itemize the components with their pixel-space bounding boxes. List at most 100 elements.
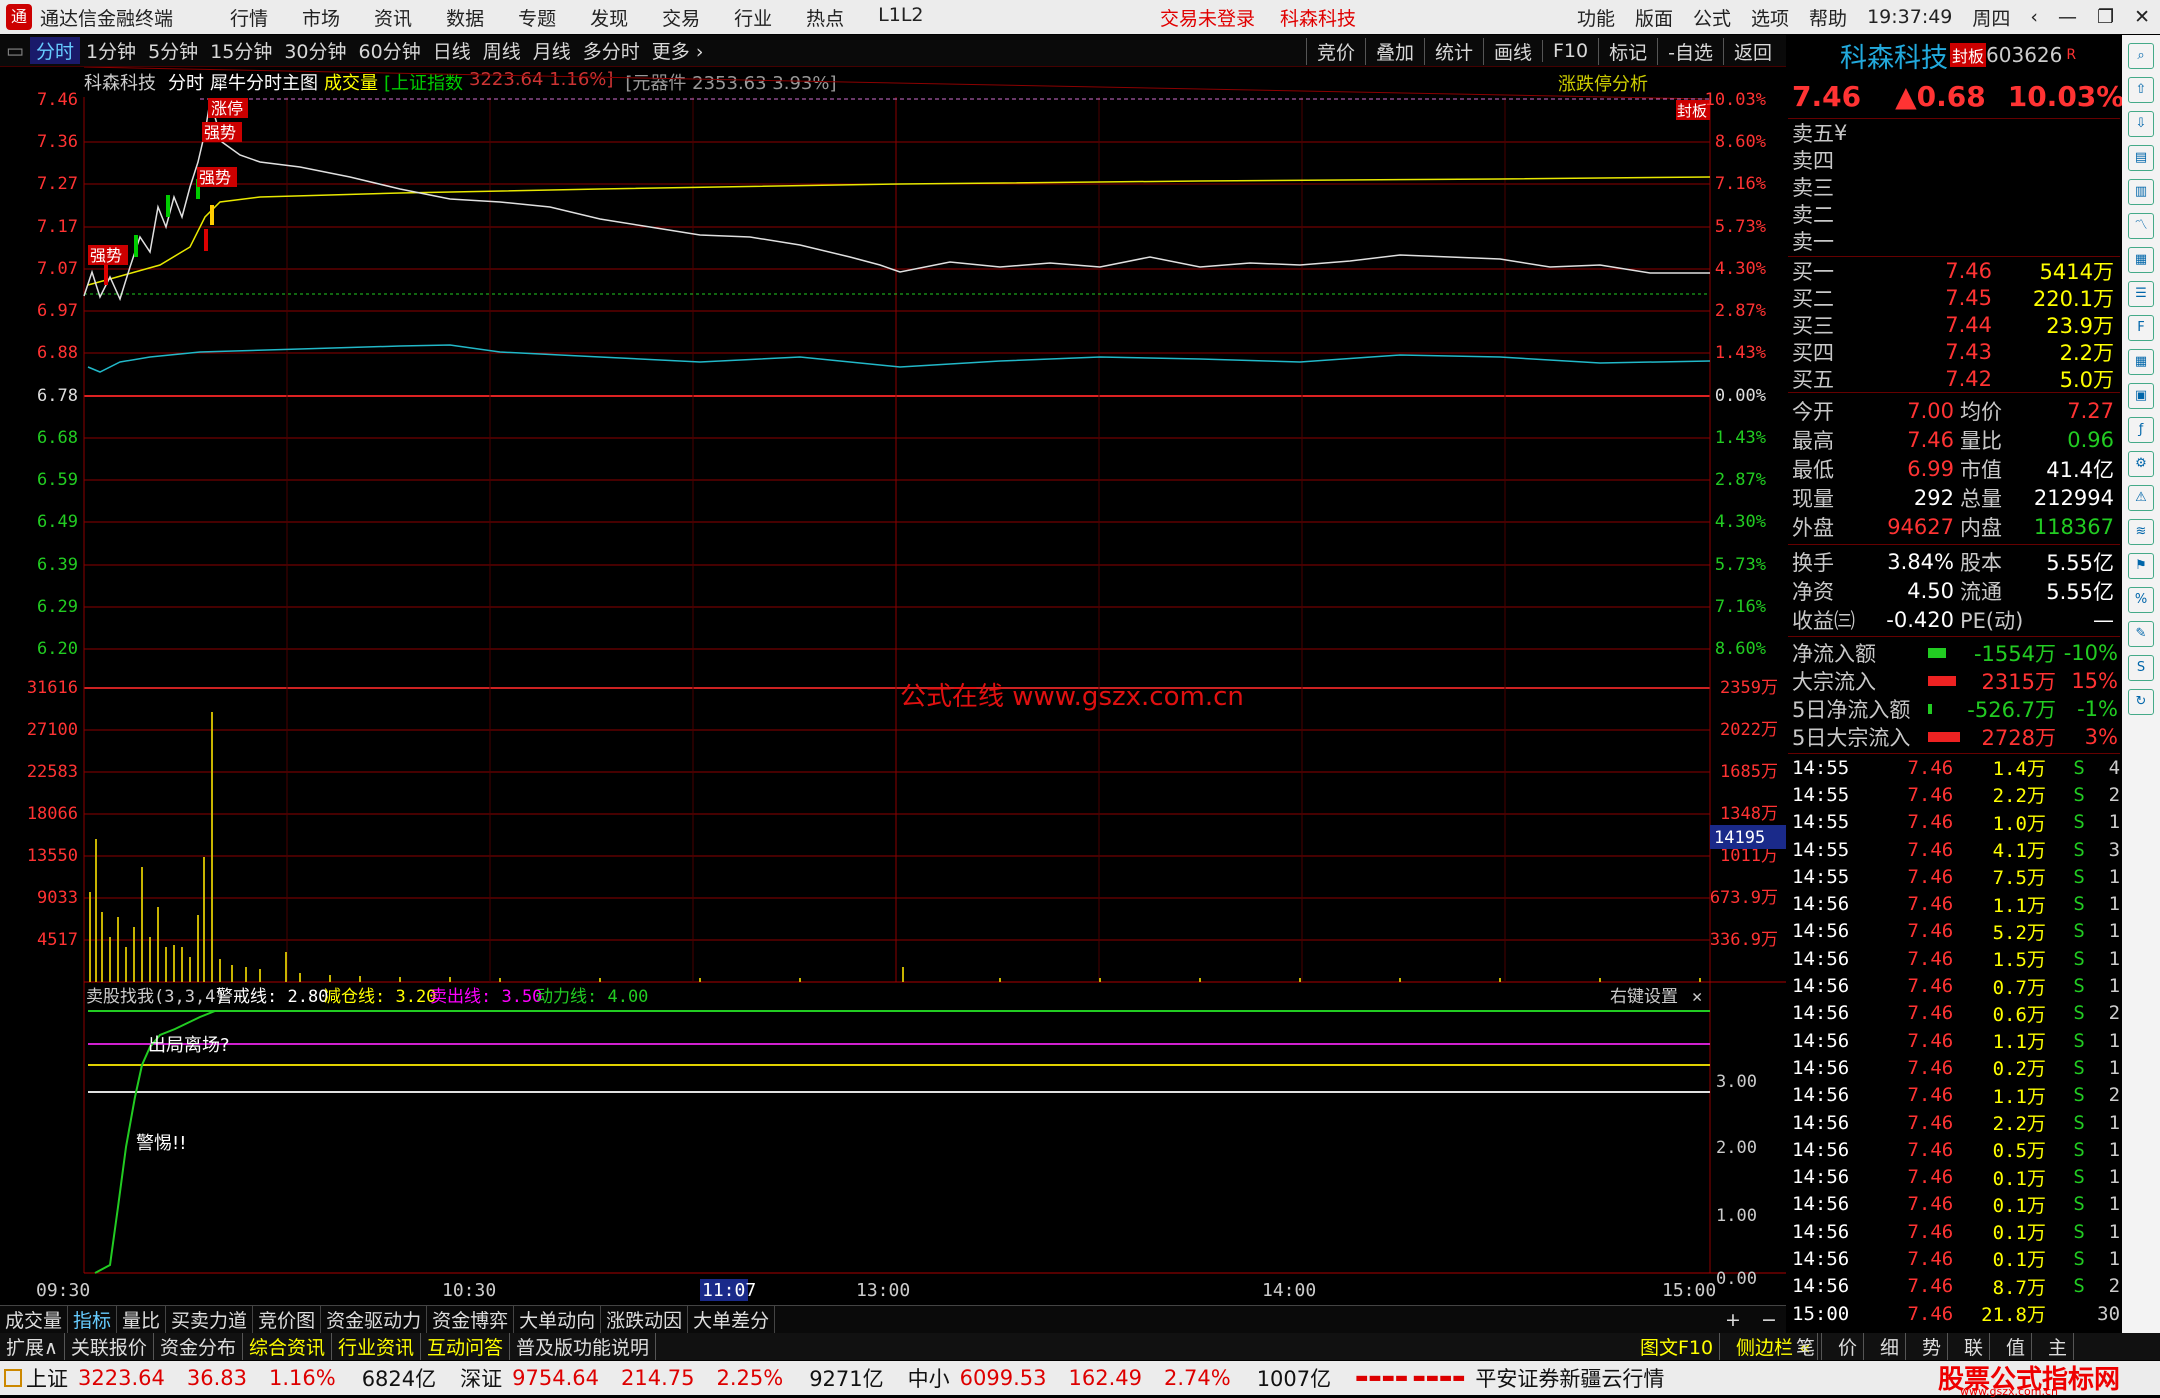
tab-related[interactable]: 关联报价 <box>65 1333 154 1360</box>
tab-f10-graphic[interactable]: 图文F10 <box>1634 1333 1721 1360</box>
tab-30min[interactable]: 30分钟 <box>278 37 352 64</box>
fs-icon[interactable]: S <box>2128 655 2154 681</box>
tab-fund-game[interactable]: 资金博弈 <box>427 1306 515 1333</box>
tool-back[interactable]: 返回 <box>1722 37 1782 65</box>
tab-week[interactable]: 周线 <box>477 37 527 64</box>
menu-item[interactable]: 帮助 <box>1799 4 1857 31</box>
menu-item[interactable]: 专题 <box>501 4 573 31</box>
tab-shi[interactable]: 势 <box>1916 1333 1949 1360</box>
menu-item[interactable]: 功能 <box>1567 4 1625 31</box>
tool-f10[interactable]: F10 <box>1542 40 1598 62</box>
tab-help[interactable]: 普及版功能说明 <box>510 1333 657 1360</box>
panel-toggle-icon[interactable]: ▭ <box>0 40 30 62</box>
menu-item[interactable]: 热点 <box>789 4 861 31</box>
tab-zhi[interactable]: 值 <box>2000 1333 2033 1360</box>
chart-toolbar: 竞价 叠加 统计 画线 F10 标记 -自选 返回 <box>1305 35 1782 67</box>
stat-label: PE(动) <box>1960 608 2024 633</box>
menu-item[interactable]: 交易 <box>645 4 717 31</box>
tab-volratio[interactable]: 量比 <box>117 1306 167 1333</box>
tab-fund-dist[interactable]: 资金分布 <box>154 1333 243 1360</box>
zx-name[interactable]: 中小 <box>908 1363 950 1393</box>
tab-qa[interactable]: 互动问答 <box>421 1333 510 1360</box>
tab-xi[interactable]: 细 <box>1874 1333 1907 1360</box>
tab-volume[interactable]: 成交量 <box>0 1306 69 1333</box>
add-tab-icon[interactable]: + <box>1720 1309 1746 1331</box>
menu-item[interactable]: 版面 <box>1625 4 1683 31</box>
warn-icon[interactable]: ⚠ <box>2128 485 2154 511</box>
menu-item[interactable]: 数据 <box>429 4 501 31</box>
tab-big-diff[interactable]: 大单差分 <box>688 1306 776 1333</box>
bid-row: 买一 7.46 5414万 <box>1788 257 2120 284</box>
tab-bi[interactable]: 笔 <box>1790 1333 1823 1360</box>
candle-icon[interactable]: ▦ <box>2128 247 2154 273</box>
tool-watchlist[interactable]: -自选 <box>1657 37 1723 65</box>
minute-chart-icon[interactable]: ▤ <box>2128 145 2154 171</box>
login-status[interactable]: 交易未登录 <box>1160 4 1255 31</box>
percent-icon[interactable]: % <box>2128 587 2154 613</box>
pen-icon[interactable]: ✎ <box>2128 621 2154 647</box>
tab-auction[interactable]: 竞价图 <box>253 1306 322 1333</box>
tab-lian[interactable]: 联 <box>1958 1333 1991 1360</box>
tab-more[interactable]: 更多 › <box>646 37 710 64</box>
sh-name[interactable]: 上证 <box>26 1363 68 1393</box>
minimize-icon[interactable]: — <box>2048 6 2087 28</box>
up-arrow-icon[interactable]: ⇧ <box>2128 77 2154 103</box>
tool-jingjia[interactable]: 竞价 <box>1305 37 1365 65</box>
f10-icon[interactable]: F <box>2128 315 2154 341</box>
tool-draw[interactable]: 画线 <box>1482 37 1542 65</box>
formula-icon[interactable]: ƒ <box>2128 417 2154 443</box>
tick-price: 7.46 <box>1907 975 1954 998</box>
chart-icon[interactable]: ≋ <box>2128 519 2154 545</box>
menu-item[interactable]: 公式 <box>1683 4 1741 31</box>
doc-icon[interactable]: ▣ <box>2128 383 2154 409</box>
vol-tick: 2022万 <box>1720 720 1778 740</box>
grid-icon[interactable]: ▦ <box>2128 349 2154 375</box>
menu-item[interactable]: 资讯 <box>357 4 429 31</box>
search-icon[interactable]: ⌕ <box>2128 43 2154 69</box>
tab-60min[interactable]: 60分钟 <box>353 37 427 64</box>
tab-fenshi[interactable]: 分时 <box>29 37 80 64</box>
tab-fund-drive[interactable]: 资金驱动力 <box>321 1306 428 1333</box>
sz-name[interactable]: 深证 <box>460 1363 502 1393</box>
tab-jia[interactable]: 价 <box>1832 1333 1865 1360</box>
menu-item[interactable]: L1L2 <box>861 4 940 31</box>
bid-price: 7.43 <box>1945 339 1992 364</box>
ask-row: 卖三 <box>1788 173 2120 200</box>
menu-item[interactable]: 选项 <box>1741 4 1799 31</box>
close-icon[interactable]: ✕ <box>2124 6 2160 28</box>
restore-icon[interactable]: ❐ <box>2087 6 2124 28</box>
menu-item[interactable]: 行情 <box>213 4 285 31</box>
menu-item[interactable]: 市场 <box>285 4 357 31</box>
tab-industry-news[interactable]: 行业资讯 <box>332 1333 421 1360</box>
tab-5min[interactable]: 5分钟 <box>142 37 204 64</box>
tool-stats[interactable]: 统计 <box>1423 37 1483 65</box>
remove-tab-icon[interactable]: − <box>1756 1309 1782 1331</box>
tab-expand[interactable]: 扩展∧ <box>0 1333 65 1360</box>
flag-icon[interactable]: ⚑ <box>2128 553 2154 579</box>
tab-zhu[interactable]: 主 <box>2042 1333 2075 1360</box>
tool-mark[interactable]: 标记 <box>1598 37 1657 65</box>
line-chart-icon[interactable]: 〽 <box>2128 213 2154 239</box>
tab-multi[interactable]: 多分时 <box>577 37 646 64</box>
bid-vol: 5414万 <box>2039 259 2114 284</box>
tab-zt-reason[interactable]: 涨跌动因 <box>601 1306 689 1333</box>
settings-icon[interactable]: ⚙ <box>2128 451 2154 477</box>
menu-item[interactable]: 行业 <box>717 4 789 31</box>
menu-item[interactable]: 发现 <box>573 4 645 31</box>
kline-icon[interactable]: ▥ <box>2128 179 2154 205</box>
tool-overlay[interactable]: 叠加 <box>1364 37 1424 65</box>
list-icon[interactable]: ☰ <box>2128 281 2154 307</box>
down-arrow-icon[interactable]: ⇩ <box>2128 111 2154 137</box>
tab-month[interactable]: 月线 <box>527 37 577 64</box>
tab-15min[interactable]: 15分钟 <box>204 37 278 64</box>
tab-big-order[interactable]: 大单动向 <box>514 1306 602 1333</box>
quote-r: R <box>2066 47 2077 63</box>
tab-indicator[interactable]: 指标 <box>68 1306 118 1333</box>
tab-day[interactable]: 日线 <box>427 37 477 64</box>
tick-list[interactable]: 14:55 7.46 1.4万 S 4 14:55 7.46 2.2万 S 2 14:55 7.46 1… <box>1788 754 2120 1327</box>
tab-news[interactable]: 综合资讯 <box>243 1333 332 1360</box>
refresh-icon[interactable]: ↻ <box>2128 689 2154 715</box>
tab-buysell[interactable]: 买卖力道 <box>166 1306 254 1333</box>
back-icon[interactable]: ‹ <box>2020 6 2048 28</box>
tab-1min[interactable]: 1分钟 <box>80 37 142 64</box>
